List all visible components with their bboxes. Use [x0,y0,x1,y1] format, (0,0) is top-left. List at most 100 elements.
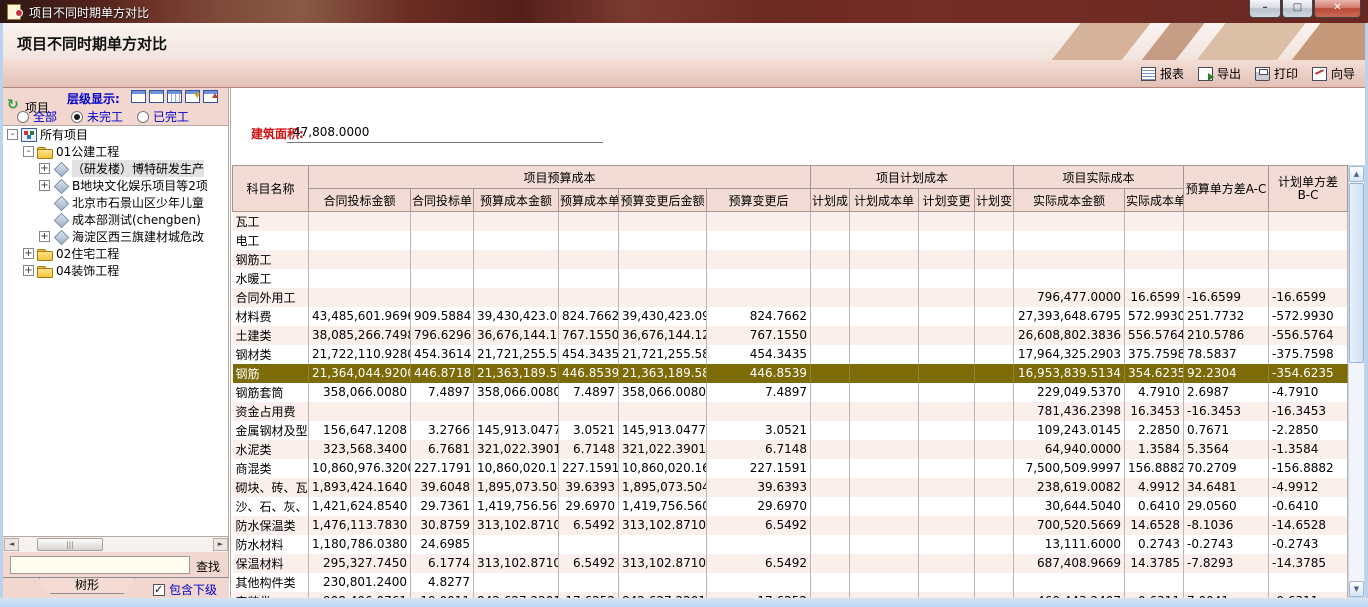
table-cell[interactable] [309,402,411,421]
table-cell[interactable]: 229,049.5370 [1014,383,1125,402]
close-button[interactable]: ✕ [1314,0,1361,18]
building-area-value[interactable]: 47,808.0000 [287,125,603,143]
table-cell[interactable]: 21,721,255.5880 [619,345,707,364]
table-cell[interactable]: 21,721,255.5880 [474,345,559,364]
row-name-cell[interactable]: 保温材料 [233,554,309,573]
table-row[interactable]: 沙、石、灰、砂1,421,624.854029.73611,419,756.56… [233,497,1348,516]
table-row[interactable]: 金属钢材及型钢156,647.12083.2766145,913.04773.0… [233,421,1348,440]
tree-item-label[interactable]: 04装饰工程 [56,262,119,279]
table-cell[interactable] [975,459,1014,478]
table-cell[interactable]: 358,066.0080 [309,383,411,402]
scroll-right-button[interactable]: ► [213,538,228,551]
table-cell[interactable] [559,402,619,421]
row-name-cell[interactable]: 沙、石、灰、砂 [233,497,309,516]
table-cell[interactable] [811,497,850,516]
table-cell[interactable] [850,478,919,497]
table-cell[interactable]: 781,436.2398 [1014,402,1125,421]
row-name-cell[interactable]: 材料费 [233,307,309,326]
table-cell[interactable] [619,288,707,307]
table-cell[interactable] [975,573,1014,592]
table-row-selected[interactable]: 钢筋21,364,044.9200446.871821,363,189.5800… [233,364,1348,383]
table-cell[interactable] [919,478,975,497]
table-cell[interactable] [707,288,811,307]
table-cell[interactable] [850,250,919,269]
table-cell[interactable]: -16.3453 [1184,402,1269,421]
table-cell[interactable] [559,535,619,554]
table-cell[interactable]: -2.2850 [1269,421,1348,440]
table-cell[interactable]: 238,619.0082 [1014,478,1125,497]
table-cell[interactable] [850,535,919,554]
table-cell[interactable] [919,345,975,364]
row-name-cell[interactable]: 电工 [233,231,309,250]
table-cell[interactable] [811,364,850,383]
table-cell[interactable]: 354.6235 [1125,364,1184,383]
table-cell[interactable] [919,326,975,345]
table-cell[interactable]: -16.6599 [1184,288,1269,307]
table-cell[interactable] [1125,212,1184,231]
table-cell[interactable] [559,231,619,250]
table-cell[interactable] [1184,573,1269,592]
table-cell[interactable]: 0.2743 [1125,535,1184,554]
table-cell[interactable]: -572.9930 [1269,307,1348,326]
window-list-icon[interactable] [131,90,146,103]
table-cell[interactable]: 21,722,110.9280 [309,345,411,364]
table-cell[interactable] [975,288,1014,307]
table-cell[interactable]: -7.8293 [1184,554,1269,573]
table-cell[interactable]: 1.3584 [1125,440,1184,459]
table-cell[interactable] [411,212,474,231]
table-row[interactable]: 土建类38,085,266.7498796.629636,676,144.120… [233,326,1348,345]
table-cell[interactable] [811,573,850,592]
table-row[interactable]: 瓦工 [233,212,1348,231]
table-cell[interactable]: 824.7662 [707,307,811,326]
table-cell[interactable]: 92.2304 [1184,364,1269,383]
table-cell[interactable] [309,288,411,307]
table-cell[interactable] [850,307,919,326]
table-cell[interactable] [850,402,919,421]
table-cell[interactable] [975,554,1014,573]
table-cell[interactable] [811,345,850,364]
tree-expander-plus-icon[interactable]: + [23,265,34,276]
table-cell[interactable]: 1,895,073.5040 [474,478,559,497]
table-cell[interactable]: 6.7681 [411,440,474,459]
table-cell[interactable] [975,345,1014,364]
tree-expander-plus-icon[interactable]: + [23,248,34,259]
table-cell[interactable]: -0.2743 [1184,535,1269,554]
table-cell[interactable] [811,307,850,326]
table-cell[interactable] [707,231,811,250]
table-row[interactable]: 砌块、砖、瓦类1,893,424.164039.60481,895,073.50… [233,478,1348,497]
table-cell[interactable] [919,250,975,269]
table-cell[interactable] [309,269,411,288]
table-cell[interactable]: 29.0560 [1184,497,1269,516]
table-cell[interactable] [1269,250,1348,269]
table-cell[interactable] [811,478,850,497]
table-cell[interactable] [619,231,707,250]
table-cell[interactable]: 5.3564 [1184,440,1269,459]
table-cell[interactable]: 36,676,144.1208 [619,326,707,345]
table-cell[interactable] [309,231,411,250]
table-row[interactable]: 材料费43,485,601.9696909.588439,430,423.099… [233,307,1348,326]
table-cell[interactable]: 454.3435 [559,345,619,364]
tree-expander-plus-icon[interactable]: + [39,180,50,191]
table-cell[interactable]: 227.1591 [707,459,811,478]
table-cell[interactable] [919,516,975,535]
table-cell[interactable] [619,535,707,554]
table-cell[interactable]: 313,102.8710 [474,554,559,573]
minimize-button[interactable]: – [1249,0,1281,18]
row-name-cell[interactable]: 砌块、砖、瓦类 [233,478,309,497]
table-cell[interactable] [811,554,850,573]
table-cell[interactable] [919,497,975,516]
table-row[interactable]: 资金占用费781,436.239816.3453-16.3453-16.3453 [233,402,1348,421]
hscroll-thumb[interactable] [37,538,103,551]
table-cell[interactable] [559,250,619,269]
table-cell[interactable]: 34.6481 [1184,478,1269,497]
table-cell[interactable] [975,402,1014,421]
table-cell[interactable]: 358,066.0080 [474,383,559,402]
table-cell[interactable] [707,212,811,231]
table-cell[interactable]: 3.0521 [559,421,619,440]
table-row[interactable]: 其他构件类230,801.24004.8277 [233,573,1348,592]
table-cell[interactable] [1184,250,1269,269]
tree-item-label[interactable]: 北京市石景山区少年儿童 [72,194,204,211]
tree-item[interactable]: 成本部测试(chengben) [3,211,228,228]
table-cell[interactable] [919,421,975,440]
tree-item[interactable]: 北京市石景山区少年儿童 [3,194,228,211]
